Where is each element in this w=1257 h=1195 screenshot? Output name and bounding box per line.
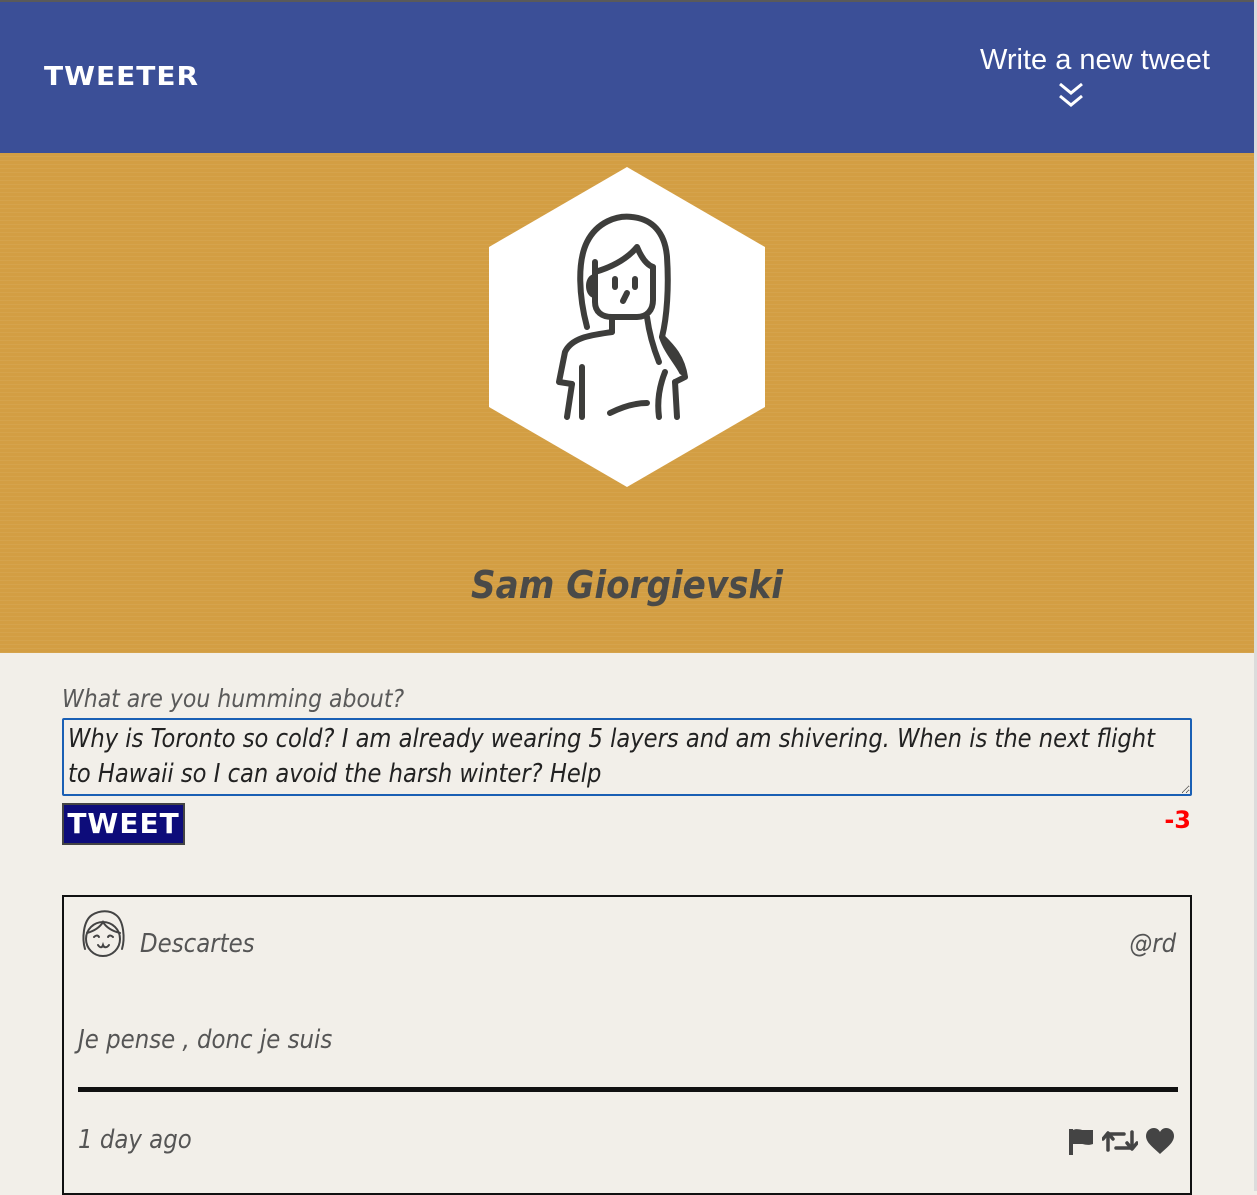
tweet-card: Descartes @rd Je pense , donc je suis 1 … <box>62 895 1192 1195</box>
smiling-girl-avatar-icon <box>82 910 125 957</box>
char-counter: -3 <box>1164 806 1191 834</box>
tweet-text-line-1: Why is Toronto so cold? I am already wea… <box>68 724 1155 754</box>
tweet-author-name: Descartes <box>140 929 255 959</box>
tweet-author-handle: @rd <box>1129 929 1176 959</box>
flag-icon[interactable] <box>1066 1126 1096 1156</box>
tweet-actions <box>1066 1125 1176 1157</box>
tweet-divider <box>78 1087 1178 1092</box>
compose-prompt-label: What are you humming about? <box>62 684 405 713</box>
woman-avatar-icon <box>489 167 765 487</box>
tweet-textarea[interactable]: Why is Toronto so cold? I am already wea… <box>62 718 1192 796</box>
heart-icon[interactable] <box>1144 1126 1176 1156</box>
tweet-timestamp: 1 day ago <box>78 1125 192 1155</box>
profile-header: Sam Giorgievski <box>0 153 1254 653</box>
retweet-icon[interactable] <box>1102 1126 1138 1156</box>
tweet-text-line-2: to Hawaii so I can avoid the harsh winte… <box>68 759 602 789</box>
brand-logo[interactable]: TWEETER <box>44 61 199 91</box>
top-nav: TWEETER Write a new tweet <box>0 2 1254 153</box>
tweet-submit-button[interactable]: TWEET <box>62 803 185 845</box>
double-chevron-down-icon[interactable] <box>1056 81 1086 111</box>
write-new-tweet-toggle[interactable]: Write a new tweet <box>950 44 1210 111</box>
write-new-tweet-label[interactable]: Write a new tweet <box>950 44 1210 77</box>
tweet-content: Je pense , donc je suis <box>78 1025 333 1055</box>
profile-name: Sam Giorgievski <box>471 563 783 607</box>
